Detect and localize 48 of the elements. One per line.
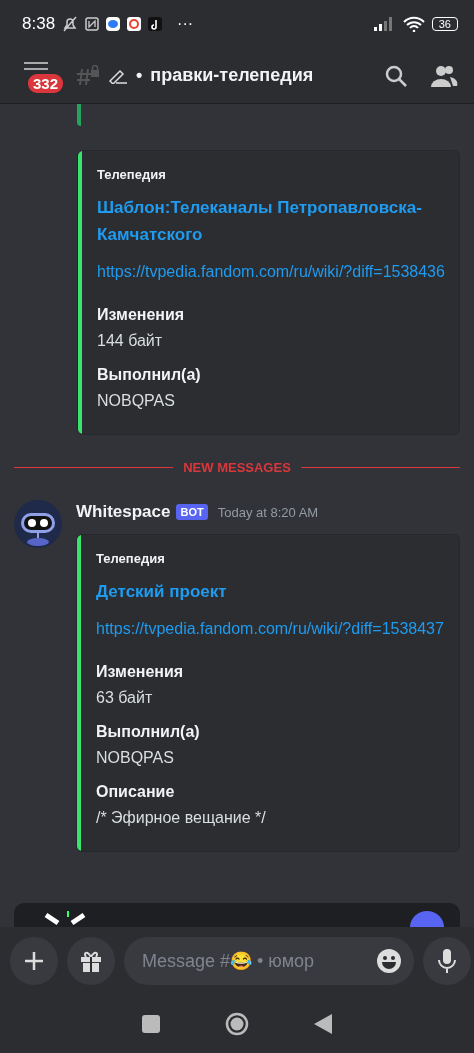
field-name: Выполнил(а)	[97, 365, 201, 385]
back-icon[interactable]	[313, 1014, 332, 1034]
microphone-icon	[437, 948, 457, 974]
gift-icon	[79, 949, 103, 973]
more-notifications: ···	[177, 15, 194, 33]
message-composer[interactable]: Message #😂 • юмор	[124, 937, 414, 985]
embed-title-link[interactable]: Шаблон:Телеканалы Петропавловска-Камчатского	[97, 194, 445, 248]
embed-url-link[interactable]: https://tvpedia.fandom.com/ru/wiki/?diff=1538437	[96, 617, 444, 641]
robot-avatar	[14, 500, 62, 548]
separator-dot: •	[136, 65, 143, 86]
embed-url-link[interactable]: https://tvpedia.fandom.com/ru/wiki/?diff=1538436	[97, 260, 445, 284]
nfc-icon	[85, 17, 100, 31]
unread-badge: 332	[26, 71, 66, 95]
field-name: Изменения	[97, 305, 185, 325]
emoji-icon[interactable]	[376, 948, 402, 974]
clock: 8:38	[22, 14, 56, 34]
field-name: Изменения	[96, 662, 184, 682]
wifi-icon	[402, 16, 425, 32]
field-name: Выполнил(а)	[96, 722, 200, 742]
music-note-icon	[148, 17, 163, 31]
muted-bell-icon	[62, 16, 79, 32]
embed-source: Телепедия	[97, 167, 166, 182]
gift-button[interactable]	[67, 937, 115, 985]
author-name[interactable]: Whitespace	[76, 502, 171, 522]
field-value: /* Эфирное вещание */	[96, 808, 266, 828]
home-icon[interactable]	[225, 1012, 249, 1036]
field-value: NOBQPAS	[97, 391, 175, 411]
embed-title-link[interactable]: Детский проект	[96, 578, 227, 605]
embed-source: Телепедия	[96, 551, 165, 566]
new-messages-divider: NEW MESSAGES	[183, 460, 291, 475]
field-value: 144 байт	[97, 331, 163, 351]
plus-icon	[23, 950, 45, 972]
field-value: 63 байт	[96, 688, 153, 708]
chat-app-icon	[106, 17, 121, 31]
pen-icon	[108, 67, 128, 84]
locked-channel-icon	[76, 64, 100, 87]
members-icon[interactable]	[430, 63, 458, 88]
bot-tag: BOT	[176, 504, 208, 520]
add-button[interactable]	[10, 937, 58, 985]
message-input[interactable]: Message #😂 • юмор	[140, 949, 376, 973]
field-value: NOBQPAS	[96, 748, 174, 768]
search-icon[interactable]	[384, 63, 408, 88]
message-time: Today at 8:20 AM	[217, 504, 319, 520]
field-name: Описание	[96, 782, 175, 802]
microphone-button[interactable]	[423, 937, 471, 985]
battery-indicator: 36	[431, 17, 458, 31]
recents-icon[interactable]	[142, 1015, 161, 1033]
channel-title: правки-телепедия	[150, 65, 314, 86]
